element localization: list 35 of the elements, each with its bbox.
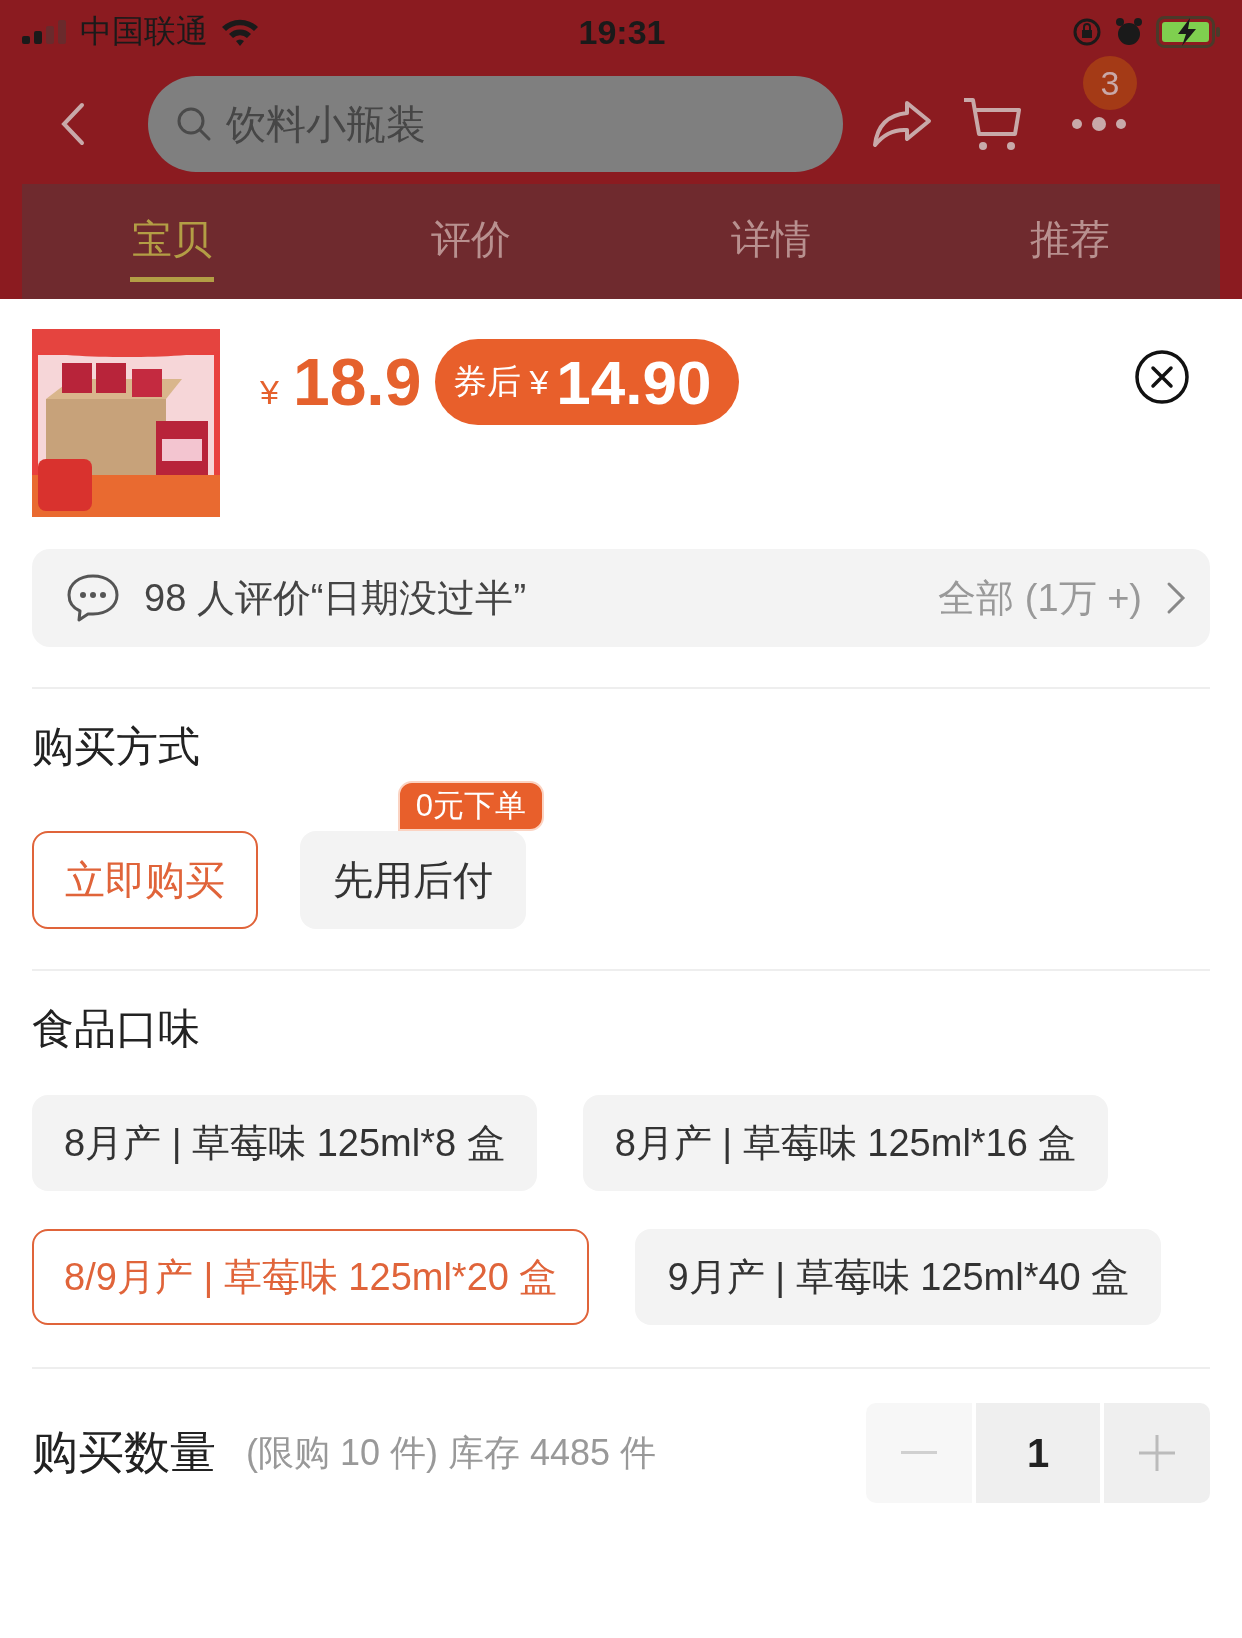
tab[interactable]: 详情 bbox=[621, 184, 921, 299]
coupon-price-badge: 券后 ¥14.90 bbox=[435, 339, 740, 425]
carrier-name: 中国联通 bbox=[80, 12, 208, 51]
promo-badge: 0元下单 bbox=[397, 781, 544, 831]
signal-icon bbox=[22, 20, 68, 44]
flavor-option[interactable]: 8月产 | 草莓味 125ml*16 盒 bbox=[582, 1095, 1109, 1191]
quantity-note: (限购 10 件) 库存 4485 件 bbox=[246, 1430, 657, 1475]
more-icon[interactable] bbox=[1071, 114, 1127, 134]
all-reviews-link: 全部 (1万 +) bbox=[938, 575, 1142, 621]
chat-bubble-icon bbox=[66, 573, 120, 623]
wifi-icon bbox=[220, 17, 260, 47]
tab[interactable]: 评价 bbox=[321, 184, 621, 299]
quantity-value[interactable]: 1 bbox=[976, 1403, 1100, 1503]
battery-icon bbox=[1156, 16, 1222, 48]
tab[interactable]: 推荐 bbox=[920, 184, 1220, 299]
clock-time: 19:31 bbox=[578, 12, 666, 52]
price: 18.9 bbox=[292, 344, 422, 420]
close-icon[interactable] bbox=[1134, 349, 1190, 405]
review-bar[interactable]: 98 人评价“日期没过半” 全部 (1万 +) bbox=[32, 549, 1210, 647]
review-summary: 98 人评价“日期没过半” bbox=[144, 575, 528, 621]
flavor-option[interactable]: 8月产 | 草莓味 125ml*8 盒 bbox=[32, 1095, 537, 1191]
plus-icon bbox=[1139, 1435, 1175, 1471]
share-icon[interactable] bbox=[871, 99, 933, 149]
section-title: 食品口味 bbox=[32, 1004, 201, 1054]
rotation-lock-icon bbox=[1072, 17, 1102, 47]
section-title: 购买方式 bbox=[32, 722, 201, 772]
quantity-label: 购买数量 bbox=[32, 1425, 216, 1480]
chevron-right-icon bbox=[1166, 581, 1186, 615]
search-field[interactable]: 饮料小瓶装 bbox=[148, 76, 843, 172]
cart-count-badge: 3 bbox=[1083, 56, 1137, 110]
purchase-option[interactable]: 先用后付 bbox=[300, 831, 526, 929]
currency-symbol: ¥ bbox=[260, 372, 279, 412]
flavor-option[interactable]: 9月产 | 草莓味 125ml*40 盒 bbox=[635, 1229, 1162, 1325]
alarm-icon bbox=[1114, 17, 1144, 47]
minus-icon bbox=[901, 1451, 937, 1455]
